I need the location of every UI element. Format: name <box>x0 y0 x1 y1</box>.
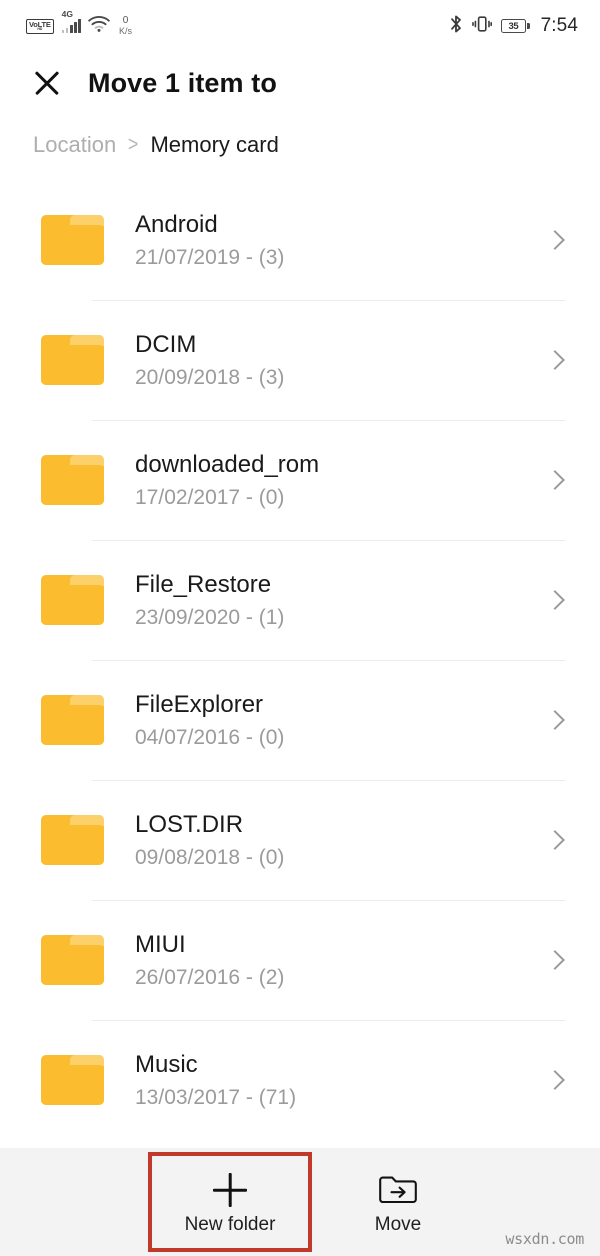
list-item-meta: 26/07/2016 - (2) <box>135 965 285 989</box>
list-item-text: Android 21/07/2019 - (3) <box>135 211 543 269</box>
list-item-meta: 17/02/2017 - (0) <box>135 485 285 509</box>
app-header: Move 1 item to <box>0 52 600 106</box>
signal-bars-icon: 4G <box>61 10 81 33</box>
network-speed-unit: K/s <box>118 26 132 36</box>
move-folder-icon <box>378 1168 418 1212</box>
folder-icon <box>41 215 104 265</box>
wifi-icon <box>88 15 110 37</box>
battery-icon: 35 <box>500 19 530 33</box>
list-item-name: Android <box>135 211 218 239</box>
chevron-right-icon[interactable] <box>543 707 569 733</box>
chevron-right-icon[interactable] <box>543 467 569 493</box>
list-item-name: LOST.DIR <box>135 811 244 839</box>
list-item-meta: 04/07/2016 - (0) <box>135 725 285 749</box>
chevron-right-icon[interactable] <box>543 827 569 853</box>
watermark: wsxdn.com <box>505 1230 584 1248</box>
list-item[interactable]: FileExplorer 04/07/2016 - (0) <box>0 660 600 780</box>
volte-icon: VoLTE HD <box>26 18 54 34</box>
list-item[interactable]: File_Restore 23/09/2020 - (1) <box>0 540 600 660</box>
chevron-right-icon[interactable] <box>543 347 569 373</box>
list-item[interactable]: Music 13/03/2017 - (71) <box>0 1020 600 1140</box>
status-bar-left: VoLTE HD 4G 0 K/s <box>26 10 132 37</box>
breadcrumb-item-current[interactable]: Memory card <box>150 132 278 158</box>
chevron-right-icon[interactable] <box>543 227 569 253</box>
folder-list[interactable]: Android 21/07/2019 - (3) DCIM 20/09/2018… <box>0 180 600 1148</box>
plus-icon <box>213 1168 247 1212</box>
chevron-right-icon: > <box>128 133 139 156</box>
clock-label: 7:54 <box>540 15 578 36</box>
status-bar-right: 35 7:54 <box>449 14 578 39</box>
move-button[interactable]: Move <box>338 1148 458 1256</box>
phone-screen: VoLTE HD 4G 0 K/s 35 7:54 Move 1 item to… <box>0 0 600 1256</box>
signal-bars-glyph <box>61 19 81 33</box>
new-folder-button[interactable]: New folder <box>148 1148 312 1256</box>
folder-icon <box>41 455 104 505</box>
list-item-meta: 21/07/2019 - (3) <box>135 245 285 269</box>
list-item-text: FileExplorer 04/07/2016 - (0) <box>135 691 543 749</box>
list-item-text: File_Restore 23/09/2020 - (1) <box>135 571 543 629</box>
status-bar: VoLTE HD 4G 0 K/s 35 7:54 <box>0 0 600 52</box>
network-type-label: 4G <box>61 9 73 19</box>
list-item-text: MIUI 26/07/2016 - (2) <box>135 931 543 989</box>
list-item[interactable]: DCIM 20/09/2018 - (3) <box>0 300 600 420</box>
bottom-action-bar: New folder Move wsxdn.com <box>0 1148 600 1256</box>
list-item-meta: 20/09/2018 - (3) <box>135 365 285 389</box>
chevron-right-icon[interactable] <box>543 1067 569 1093</box>
folder-icon <box>41 335 104 385</box>
list-item-name: Music <box>135 1051 198 1079</box>
new-folder-button-label: New folder <box>184 1214 276 1235</box>
list-item[interactable]: Android 21/07/2019 - (3) <box>0 180 600 300</box>
list-item-name: downloaded_rom <box>135 451 320 479</box>
breadcrumb: Location > Memory card <box>0 106 600 180</box>
breadcrumb-item-location[interactable]: Location <box>33 132 116 158</box>
list-item-meta: 23/09/2020 - (1) <box>135 605 285 629</box>
list-item[interactable]: LOST.DIR 09/08/2018 - (0) <box>0 780 600 900</box>
list-item-name: DCIM <box>135 331 197 359</box>
list-item[interactable]: downloaded_rom 17/02/2017 - (0) <box>0 420 600 540</box>
list-item-text: downloaded_rom 17/02/2017 - (0) <box>135 451 543 509</box>
chevron-right-icon[interactable] <box>543 587 569 613</box>
list-item-text: Music 13/03/2017 - (71) <box>135 1051 543 1109</box>
vibrate-icon <box>472 14 492 39</box>
network-speed-value: 0 <box>122 15 129 26</box>
list-item-text: DCIM 20/09/2018 - (3) <box>135 331 543 389</box>
folder-icon <box>41 935 104 985</box>
bluetooth-icon <box>449 14 463 39</box>
folder-icon <box>41 815 104 865</box>
list-item-meta: 09/08/2018 - (0) <box>135 845 285 869</box>
close-icon[interactable] <box>30 66 64 100</box>
page-title: Move 1 item to <box>88 67 277 98</box>
folder-icon <box>41 695 104 745</box>
list-item[interactable]: MIUI 26/07/2016 - (2) <box>0 900 600 1020</box>
folder-icon <box>41 1055 104 1105</box>
list-item-name: File_Restore <box>135 571 272 599</box>
list-item-meta: 13/03/2017 - (71) <box>135 1085 297 1109</box>
volte-icon-sublabel: HD <box>37 27 43 32</box>
chevron-right-icon[interactable] <box>543 947 569 973</box>
list-item-name: MIUI <box>135 931 186 959</box>
network-speed-indicator: 0 K/s <box>119 16 132 36</box>
move-button-label: Move <box>374 1214 422 1235</box>
list-item-text: LOST.DIR 09/08/2018 - (0) <box>135 811 543 869</box>
folder-icon <box>41 575 104 625</box>
list-item-name: FileExplorer <box>135 691 264 719</box>
battery-percent-label: 35 <box>508 20 519 32</box>
